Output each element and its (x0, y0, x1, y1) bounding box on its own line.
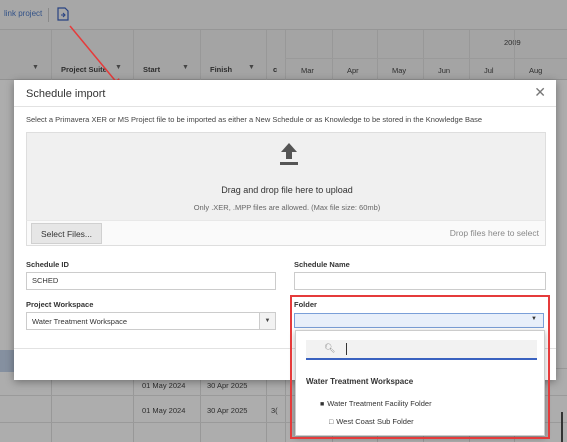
project-workspace-label: Project Workspace (26, 300, 94, 309)
drop-text: Drag and drop file here to upload (221, 185, 353, 195)
dialog-title: Schedule import (26, 88, 106, 100)
folder-select[interactable]: ▼ (294, 313, 544, 328)
drop-subtext: Only .XER, .MPP files are allowed. (Max … (193, 203, 381, 212)
folder-search-input[interactable]: 🔍︎ (306, 340, 537, 360)
folder-filled-icon: ■ (320, 401, 325, 408)
tree-item-folder[interactable]: ■ Water Treatment Facility Folder (320, 399, 432, 408)
folder-label: Folder (294, 300, 317, 309)
chevron-down-icon[interactable]: ▼ (531, 316, 537, 322)
tree-root-workspace[interactable]: Water Treatment Workspace (306, 377, 413, 386)
project-workspace-select[interactable]: Water Treatment Workspace ▼ (26, 312, 276, 330)
upload-bar: Select Files... Drop files here to selec… (26, 220, 546, 246)
tree-item-label: West Coast Sub Folder (336, 417, 414, 426)
folder-dropdown-popup: 🔍︎ Water Treatment Workspace ■ Water Trea… (295, 330, 545, 436)
schedule-name-input[interactable] (294, 272, 546, 290)
upload-icon (280, 143, 298, 165)
search-icon: 🔍︎ (324, 343, 336, 353)
close-icon[interactable]: ✕ (534, 84, 546, 101)
tree-item-label: Water Treatment Facility Folder (327, 399, 432, 408)
chevron-down-icon[interactable]: ▼ (259, 313, 275, 329)
schedule-id-input[interactable]: SCHED (26, 272, 276, 290)
drop-hint: Drop files here to select (449, 228, 539, 238)
dialog-description: Select a Primavera XER or MS Project fil… (26, 115, 483, 124)
schedule-name-label: Schedule Name (294, 260, 350, 269)
folder-outline-icon: □ (329, 419, 334, 426)
project-workspace-value: Water Treatment Workspace (32, 317, 128, 326)
text-caret (346, 343, 347, 355)
divider (14, 106, 556, 107)
schedule-id-label: Schedule ID (26, 260, 69, 269)
select-files-button[interactable]: Select Files... (31, 223, 103, 244)
tree-item-folder[interactable]: □ West Coast Sub Folder (329, 417, 414, 426)
divider (561, 412, 563, 442)
